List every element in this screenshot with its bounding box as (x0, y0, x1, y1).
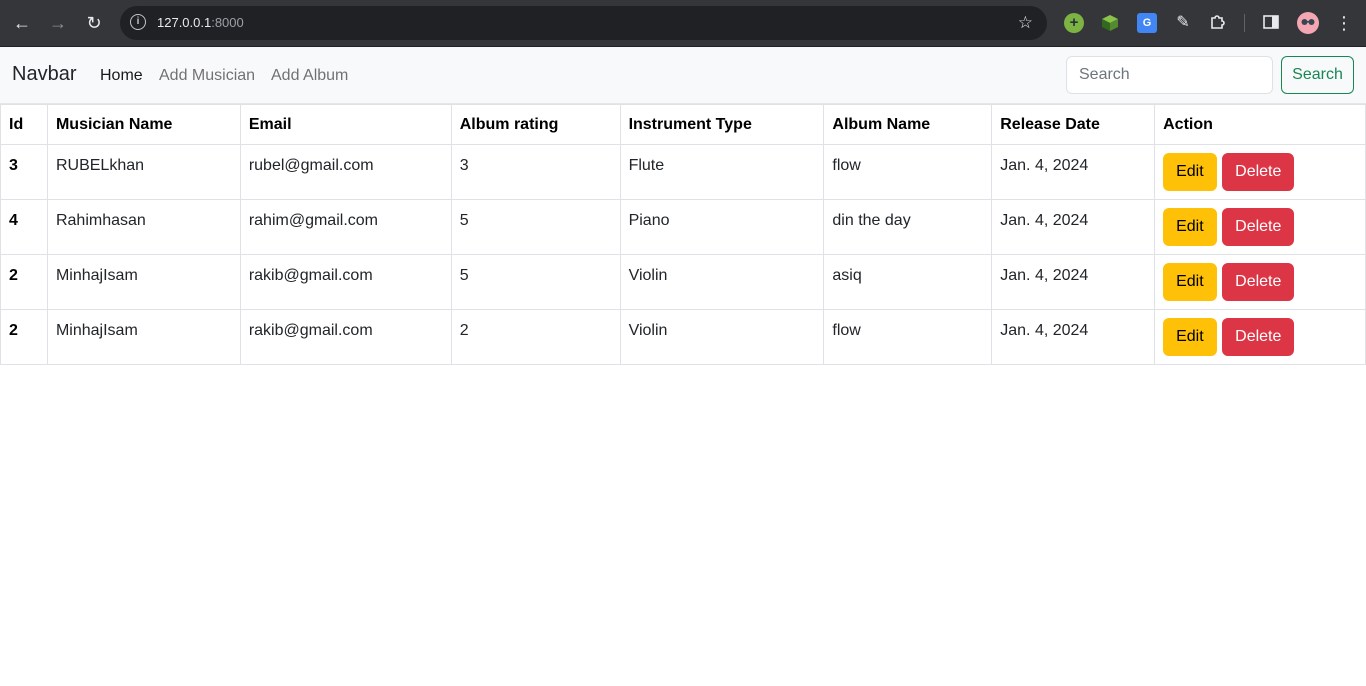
color-picker-icon[interactable]: ✎ (1173, 13, 1193, 33)
cell-action: Edit Delete (1154, 254, 1366, 310)
cell-musician-name: MinhajIsam (46, 309, 241, 365)
edit-button[interactable]: Edit (1163, 208, 1217, 246)
cell-release-date: Jan. 4, 2024 (991, 309, 1156, 365)
edit-button[interactable]: Edit (1163, 318, 1217, 356)
browser-toolbar: ← → ↻ i 127.0.0.1:8000 ☆ + G ✎ ⋮ (0, 0, 1366, 47)
reload-icon[interactable]: ↻ (82, 11, 106, 35)
header-album-rating: Album rating (450, 104, 621, 145)
cell-album-rating: 2 (450, 309, 621, 365)
cell-action: Edit Delete (1154, 309, 1366, 365)
delete-button[interactable]: Delete (1222, 208, 1295, 246)
url-host: 127.0.0.1 (157, 15, 212, 30)
header-email: Email (239, 104, 452, 145)
nav-link-add-album[interactable]: Add Album (271, 67, 348, 85)
table-header-row: Id Musician Name Email Album rating Inst… (0, 104, 1366, 145)
extension-cube-icon[interactable] (1100, 13, 1120, 33)
navbar: Navbar Home Add Musician Add Album Searc… (0, 47, 1366, 104)
cell-album-rating: 5 (450, 254, 621, 310)
cell-album-name: asiq (823, 254, 993, 310)
cell-id: 2 (0, 254, 48, 310)
cell-release-date: Jan. 4, 2024 (991, 144, 1156, 200)
header-id: Id (0, 104, 48, 145)
profile-avatar[interactable] (1297, 12, 1319, 34)
cell-email: rakib@gmail.com (239, 254, 452, 310)
nav-link-home[interactable]: Home (100, 67, 143, 85)
forward-arrow-icon[interactable]: → (46, 11, 70, 35)
cell-action: Edit Delete (1154, 199, 1366, 255)
cell-email: rahim@gmail.com (239, 199, 452, 255)
extension-plus-icon[interactable]: + (1064, 13, 1084, 33)
cell-instrument-type: Violin (619, 309, 825, 365)
translate-icon[interactable]: G (1137, 13, 1157, 33)
cell-instrument-type: Violin (619, 254, 825, 310)
edit-button[interactable]: Edit (1163, 263, 1217, 301)
cell-release-date: Jan. 4, 2024 (991, 254, 1156, 310)
search-input[interactable] (1066, 56, 1273, 94)
cell-album-name: din the day (823, 199, 993, 255)
header-album-name: Album Name (823, 104, 993, 145)
side-panel-icon[interactable] (1262, 13, 1282, 33)
cell-instrument-type: Flute (619, 144, 825, 200)
edit-button[interactable]: Edit (1163, 153, 1217, 191)
header-instrument-type: Instrument Type (619, 104, 825, 145)
header-action: Action (1154, 104, 1366, 145)
musicians-table: Id Musician Name Email Album rating Inst… (0, 104, 1366, 365)
cell-musician-name: RUBELkhan (46, 144, 241, 200)
delete-button[interactable]: Delete (1222, 263, 1295, 301)
table-row: 4 Rahimhasan rahim@gmail.com 5 Piano din… (0, 199, 1366, 255)
extensions-puzzle-icon[interactable] (1208, 13, 1228, 33)
back-arrow-icon[interactable]: ← (10, 11, 34, 35)
cell-instrument-type: Piano (619, 199, 825, 255)
cell-action: Edit Delete (1154, 144, 1366, 200)
search-button[interactable]: Search (1281, 56, 1354, 94)
cell-musician-name: MinhajIsam (46, 254, 241, 310)
table-row: 2 MinhajIsam rakib@gmail.com 2 Violin fl… (0, 309, 1366, 365)
cell-id: 3 (0, 144, 48, 200)
cell-id: 2 (0, 309, 48, 365)
cell-album-name: flow (823, 309, 993, 365)
toolbar-divider (1244, 14, 1245, 32)
site-info-icon[interactable]: i (130, 14, 146, 30)
delete-button[interactable]: Delete (1222, 318, 1295, 356)
table-row: 3 RUBELkhan rubel@gmail.com 3 Flute flow… (0, 144, 1366, 200)
cell-id: 4 (0, 199, 48, 255)
cell-album-name: flow (823, 144, 993, 200)
bookmark-star-icon[interactable]: ☆ (1018, 13, 1033, 33)
browser-menu-icon[interactable]: ⋮ (1334, 13, 1354, 33)
url-text[interactable]: 127.0.0.1:8000 (157, 15, 244, 30)
url-port: :8000 (211, 15, 244, 30)
header-release-date: Release Date (991, 104, 1156, 145)
cell-email: rubel@gmail.com (239, 144, 452, 200)
navbar-brand[interactable]: Navbar (12, 63, 76, 86)
cell-email: rakib@gmail.com (239, 309, 452, 365)
cell-album-rating: 5 (450, 199, 621, 255)
cell-release-date: Jan. 4, 2024 (991, 199, 1156, 255)
table-row: 2 MinhajIsam rakib@gmail.com 5 Violin as… (0, 254, 1366, 310)
header-musician-name: Musician Name (46, 104, 241, 145)
delete-button[interactable]: Delete (1222, 153, 1295, 191)
cell-album-rating: 3 (450, 144, 621, 200)
cell-musician-name: Rahimhasan (46, 199, 241, 255)
nav-link-add-musician[interactable]: Add Musician (159, 67, 255, 85)
address-bar[interactable]: i 127.0.0.1:8000 ☆ (120, 6, 1047, 40)
